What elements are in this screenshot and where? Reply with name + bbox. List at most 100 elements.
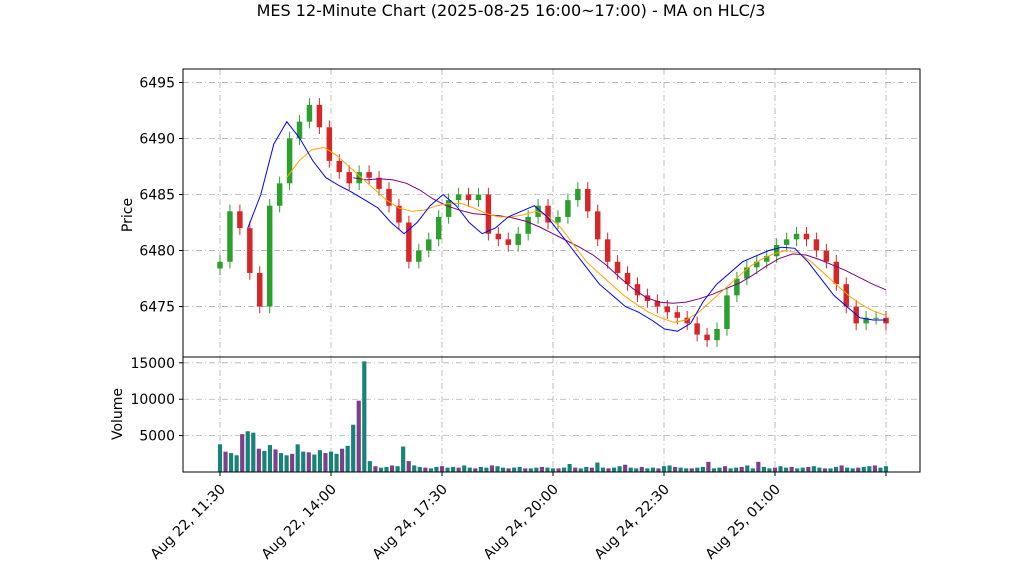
volume-bar: [673, 466, 678, 472]
volume-bar: [251, 432, 256, 472]
price-grid: [183, 69, 920, 357]
volume-bar: [412, 465, 417, 472]
volume-bar: [778, 466, 783, 472]
candle-body: [306, 104, 313, 122]
price-tick-label: 6480: [139, 244, 175, 260]
volume-bar: [700, 466, 705, 472]
volume-bar: [428, 468, 433, 472]
volume-bar: [439, 466, 445, 472]
volume-bar: [750, 468, 755, 472]
x-tick-label: Aug 24, 20:00: [481, 482, 562, 563]
volume-bar: [634, 468, 639, 472]
volume-bar: [389, 465, 395, 472]
volume-bar: [417, 466, 422, 472]
candle-body: [316, 104, 323, 128]
volume-bar: [617, 466, 622, 472]
volume-bar: [295, 444, 300, 472]
candle-body: [873, 317, 879, 319]
price-tick-label: 6495: [139, 75, 175, 91]
volume-bar: [462, 465, 467, 472]
volume-bar: [284, 455, 289, 472]
chart-svg: MES 12-Minute Chart (2025-08-25 16:00~17…: [110, 1, 921, 563]
candle-body: [326, 127, 333, 161]
volume-bar: [811, 466, 816, 472]
volume-bar: [828, 468, 833, 472]
volume-bar: [229, 453, 234, 472]
volume-bar: [301, 451, 306, 472]
volume-bar: [506, 468, 511, 472]
candle-body: [465, 194, 472, 201]
candle-body: [594, 211, 601, 240]
volume-bar: [406, 461, 411, 472]
chart-title: MES 12-Minute Chart (2025-08-25 16:00~17…: [257, 1, 766, 20]
volume-bar: [772, 467, 778, 472]
candle-body: [674, 312, 680, 318]
volume-bar: [550, 468, 556, 472]
x-tick-label: Aug 22, 14:00: [259, 482, 340, 563]
volume-bar: [467, 467, 472, 472]
candle-body: [366, 172, 372, 178]
candle-body: [813, 239, 820, 251]
volume-bar: [223, 451, 228, 472]
volume-bar: [217, 444, 223, 472]
volume-bar: [423, 467, 428, 472]
volume-bar: [584, 466, 589, 472]
candle-body: [515, 233, 521, 245]
volume-bar: [650, 467, 655, 472]
volume-bar: [267, 445, 273, 472]
volume-bar: [373, 466, 378, 472]
candle-body: [773, 244, 780, 257]
volume-bar: [562, 467, 567, 472]
volume-bar: [878, 467, 883, 472]
volume-bar: [839, 465, 844, 472]
volume-bar: [262, 450, 267, 472]
price-tick-label: 6490: [139, 131, 175, 147]
volume-bar: [495, 466, 500, 472]
volume-bar: [578, 468, 583, 472]
volume-bar: [623, 464, 628, 472]
x-ticks: Aug 22, 11:30 Aug 22, 14:00 Aug 24, 17:30 A…: [148, 472, 887, 563]
volume-bar: [795, 468, 800, 472]
volume-bar: [340, 448, 345, 472]
volume-bar: [833, 466, 839, 472]
volume-bar: [401, 446, 406, 472]
volume-bar: [278, 453, 284, 472]
volume-bar: [545, 467, 550, 472]
volume-bar: [678, 467, 683, 472]
volume-bar: [556, 468, 561, 472]
volume-bar: [628, 467, 633, 472]
candle-body: [783, 239, 790, 245]
volume-bar: [845, 467, 850, 472]
volume-bar: [484, 467, 489, 472]
candle-body: [634, 284, 641, 296]
volume-bar: [351, 424, 356, 472]
volume-bar: [806, 466, 811, 472]
volume-bar: [500, 467, 506, 472]
volume-bar: [356, 400, 361, 472]
volume-bar: [434, 466, 439, 472]
volume-bar: [883, 466, 889, 472]
volume-bar: [606, 468, 611, 472]
candle-body: [724, 295, 730, 329]
volume-bar: [245, 431, 250, 472]
price-tick-label: 6475: [139, 300, 175, 316]
volume-bar: [861, 466, 866, 472]
price-y-ticks: 6475 6480 6485 6490 6495: [139, 75, 183, 316]
candle-body: [227, 211, 233, 262]
candle-body: [416, 250, 422, 262]
volume-bar: [323, 453, 328, 472]
volume-bar: [667, 465, 672, 472]
candle-body: [525, 216, 531, 234]
volume-bars: [217, 361, 889, 472]
volume-bar: [534, 467, 539, 472]
candle-body: [714, 328, 720, 341]
candle-body: [793, 233, 800, 240]
candle-body: [575, 188, 581, 201]
volume-bar: [445, 467, 450, 472]
volume-tick-label: 15000: [130, 356, 175, 372]
candle-body: [217, 261, 223, 269]
volume-bar: [240, 434, 245, 472]
volume-bar: [523, 468, 528, 472]
candle-body: [694, 323, 700, 335]
volume-bar: [362, 361, 367, 472]
